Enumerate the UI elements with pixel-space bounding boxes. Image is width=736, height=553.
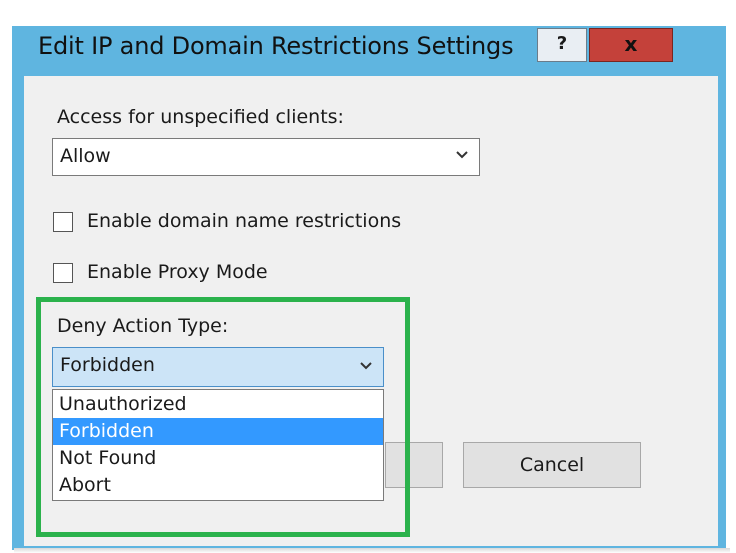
- help-button[interactable]: ?: [537, 28, 587, 62]
- domain-restrictions-label: Enable domain name restrictions: [87, 210, 402, 232]
- access-select[interactable]: Allow: [52, 138, 480, 176]
- cancel-button[interactable]: Cancel: [463, 442, 641, 488]
- proxy-mode-label: Enable Proxy Mode: [87, 261, 268, 283]
- access-select-value: Allow: [60, 145, 111, 167]
- access-label: Access for unspecified clients:: [57, 106, 344, 128]
- dialog-title: Edit IP and Domain Restrictions Settings: [38, 32, 514, 60]
- window-shadow: [14, 548, 730, 553]
- close-button[interactable]: x: [589, 28, 673, 62]
- chevron-down-icon: [456, 151, 468, 159]
- annotation-highlight-box: [36, 297, 410, 537]
- domain-restrictions-checkbox[interactable]: [53, 212, 73, 232]
- proxy-mode-checkbox[interactable]: [53, 263, 73, 283]
